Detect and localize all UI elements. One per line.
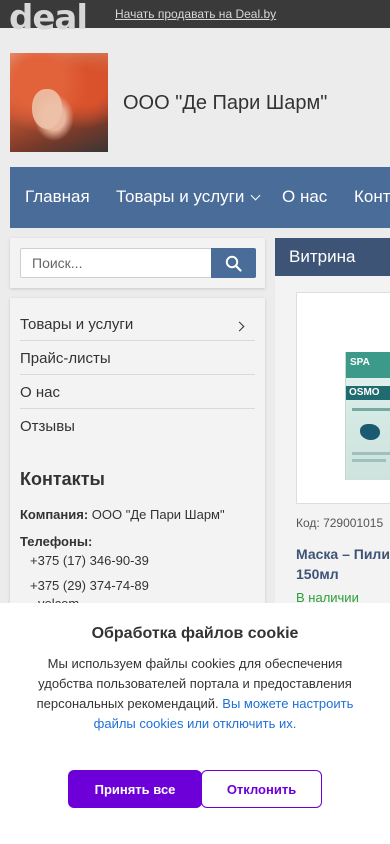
- main-nav: Главная Товары и услуги О нас Конта: [10, 167, 390, 228]
- nav-item-label: Конта: [354, 187, 390, 206]
- cookie-banner: Обработка файлов cookie Мы используем фа…: [0, 603, 390, 844]
- nav-item-label: Товары и услуги: [116, 187, 245, 206]
- product-package-illustration: SPA OSMO: [345, 352, 390, 480]
- sidebar-item-label: О нас: [20, 384, 60, 401]
- contacts-heading: Контакты: [20, 469, 105, 489]
- product-code: Код: 729001015: [296, 516, 384, 530]
- phone-number[interactable]: +375 (17) 346-90-39: [30, 553, 149, 568]
- search-input[interactable]: [20, 248, 212, 278]
- sidebar-item-label: Товары и услуги: [20, 316, 134, 333]
- logo-face-shape: [32, 89, 62, 129]
- nav-item-contacts[interactable]: Конта: [354, 187, 390, 207]
- cookie-title: Обработка файлов cookie: [91, 625, 299, 642]
- company-logo-image[interactable]: [10, 53, 108, 152]
- sidebar-item-price-lists[interactable]: Прайс-листы: [20, 341, 255, 375]
- contact-phones-label: Телефоны:: [20, 534, 93, 549]
- nav-item-home[interactable]: Главная: [25, 187, 90, 207]
- top-bar: deal Начать продавать на Deal.by: [0, 0, 390, 35]
- product-image[interactable]: SPA OSMO: [296, 292, 390, 504]
- nav-item-label: Главная: [25, 187, 90, 206]
- nav-item-label: О нас: [282, 187, 328, 206]
- decline-button[interactable]: Отклонить: [201, 770, 322, 808]
- sidebar-item-about[interactable]: О нас: [20, 375, 255, 409]
- contact-company: Компания: ООО "Де Пари Шарм": [20, 507, 225, 522]
- cookie-text: Мы используем файлы cookies для обеспече…: [28, 654, 362, 734]
- showcase-tab-label: Витрина: [289, 247, 356, 266]
- product-box-brand: SPA: [350, 357, 370, 368]
- chevron-down-icon: [250, 190, 261, 201]
- search-panel: [10, 238, 265, 288]
- sidebar-item-label: Прайс-листы: [20, 350, 111, 367]
- sidebar-panel: Товары и услуги Прайс-листы О нас Отзывы: [10, 298, 265, 618]
- phone-number[interactable]: +375 (29) 374-74-89: [30, 578, 149, 593]
- start-selling-link[interactable]: Начать продавать на Deal.by: [115, 7, 276, 21]
- nav-item-about[interactable]: О нас: [282, 187, 327, 207]
- chevron-right-icon: [234, 321, 245, 332]
- product-box-name: OSMO: [349, 387, 380, 398]
- sidebar-item-label: Отзывы: [20, 418, 75, 435]
- search-button[interactable]: [211, 248, 256, 278]
- contact-company-label: Компания:: [20, 507, 89, 522]
- company-title[interactable]: ООО "Де Пари Шарм": [123, 92, 327, 115]
- sidebar-item-reviews[interactable]: Отзывы: [20, 409, 255, 443]
- search-icon: [225, 255, 242, 272]
- accept-all-button[interactable]: Принять все: [68, 770, 202, 808]
- nav-item-products[interactable]: Товары и услуги: [116, 187, 261, 207]
- contact-company-value: ООО "Де Пари Шарм": [91, 507, 225, 522]
- product-name-link[interactable]: Маска – Пили 150мл: [296, 544, 390, 584]
- showcase-tab[interactable]: Витрина: [275, 238, 390, 276]
- deal-logo[interactable]: deal: [9, 1, 88, 35]
- sidebar-item-products[interactable]: Товары и услуги: [20, 307, 255, 341]
